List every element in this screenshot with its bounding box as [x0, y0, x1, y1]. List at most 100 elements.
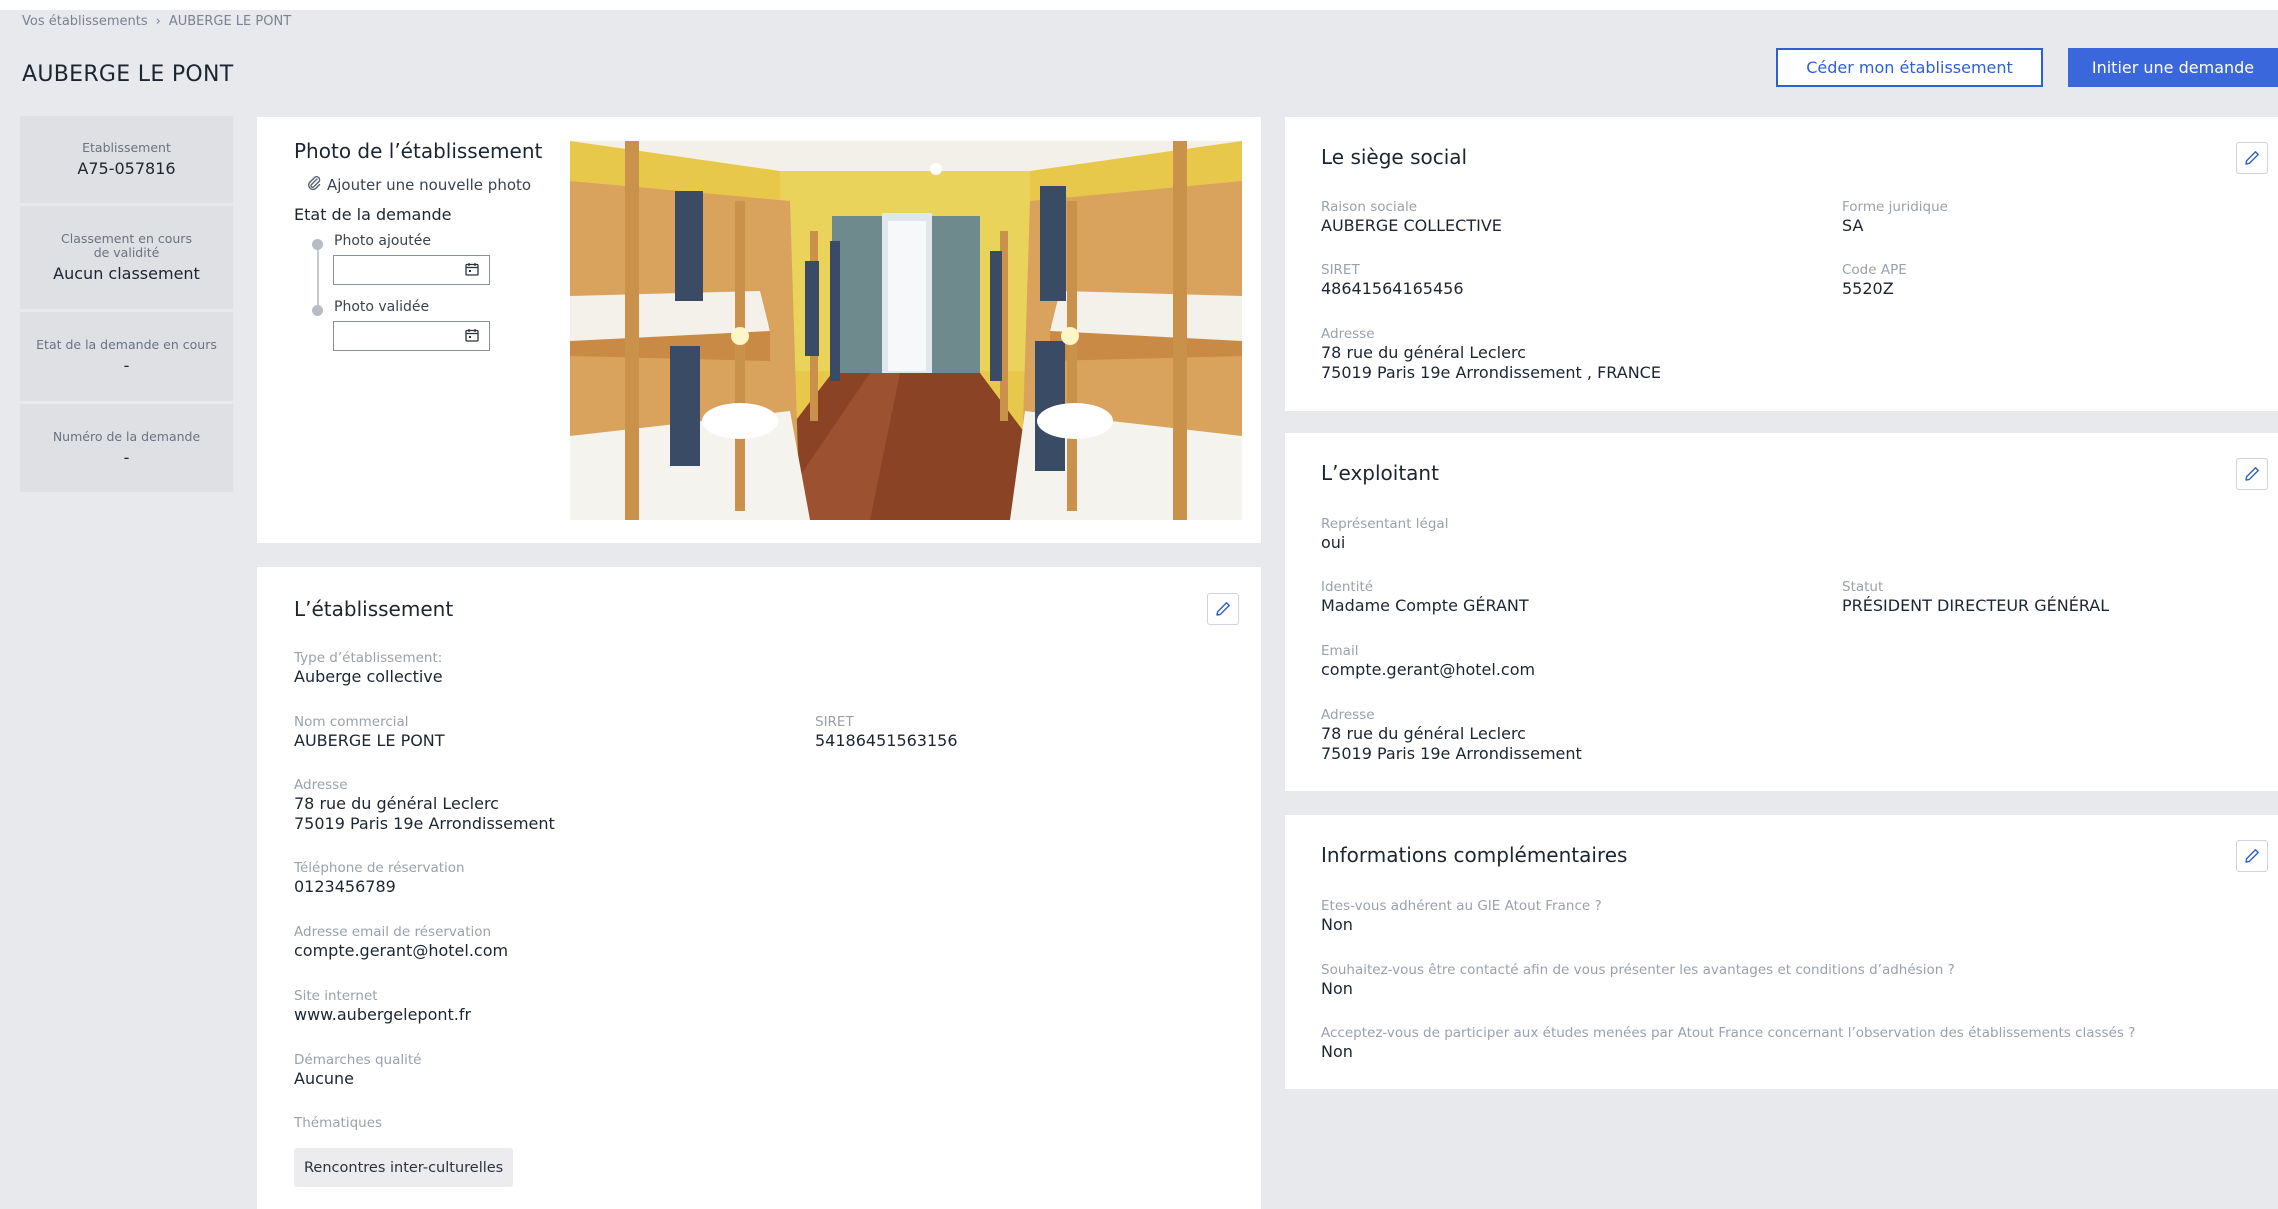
- tile-etablissement: Etablissement A75-057816: [20, 116, 233, 206]
- field-adresse: Adresse 78 rue du général Leclerc 75019 …: [1321, 706, 1582, 764]
- site-value: www.aubergelepont.fr: [294, 1005, 472, 1024]
- question-2-label: Souhaitez-vous être contacté afin de vou…: [1321, 962, 1955, 978]
- field-identite: Identité Madame Compte GÉRANT: [1321, 578, 1529, 616]
- photo-validated-date-input[interactable]: [333, 321, 490, 351]
- tile-label: Numéro de la demande: [52, 428, 201, 444]
- summary-sidebar: Etablissement A75-057816 Classement en c…: [20, 116, 233, 495]
- request-state-title: Etat de la demande: [294, 205, 452, 224]
- pencil-icon: [2245, 849, 2259, 863]
- demarches-value: Aucune: [294, 1069, 355, 1088]
- nom-value: AUBERGE LE PONT: [294, 731, 445, 750]
- tel-label: Téléphone de réservation: [294, 860, 465, 876]
- siret-value: 48641564165456: [1321, 279, 1464, 298]
- tile-value: -: [123, 447, 130, 467]
- tile-classement: Classement en cours de validité Aucun cl…: [20, 206, 233, 312]
- tile-label: Etat de la demande en cours: [36, 337, 217, 352]
- edit-infos-button[interactable]: [2236, 840, 2268, 872]
- nom-label: Nom commercial: [294, 714, 409, 730]
- raison-value: AUBERGE COLLECTIVE: [1321, 216, 1502, 235]
- etablissement-card: L’établissement Type d’établissement: Au…: [257, 567, 1261, 1209]
- infos-card-title: Informations complémentaires: [1321, 843, 1628, 867]
- demarches-label: Démarches qualité: [294, 1052, 422, 1068]
- adresse-line1: 78 rue du général Leclerc: [1321, 343, 1526, 362]
- add-photo-label: Ajouter une nouvelle photo: [327, 176, 532, 194]
- siret-label: SIRET: [1321, 262, 1360, 278]
- initiate-request-button[interactable]: Initier une demande: [2068, 48, 2278, 87]
- tile-numero-demande: Numéro de la demande -: [20, 404, 233, 495]
- email-label: Adresse email de réservation: [294, 924, 492, 940]
- statut-value: PRÉSIDENT DIRECTEUR GÉNÉRAL: [1842, 596, 2110, 615]
- ape-value: 5520Z: [1842, 279, 1894, 298]
- timeline-dot: [312, 239, 323, 250]
- question-1-label: Etes-vous adhérent au GIE Atout France ?: [1321, 898, 1602, 914]
- adresse-label: Adresse: [1321, 326, 1375, 342]
- question-1-answer: Non: [1321, 915, 1353, 934]
- timeline-line: [317, 244, 319, 308]
- pencil-icon: [2245, 467, 2259, 481]
- etablissement-card-title: L’établissement: [294, 597, 454, 621]
- field-question-3: Acceptez-vous de participer aux études m…: [1321, 1024, 2135, 1062]
- calendar-icon: [465, 261, 479, 280]
- edit-etablissement-button[interactable]: [1207, 593, 1239, 625]
- tile-etat-demande: Etat de la demande en cours -: [20, 312, 233, 404]
- breadcrumb: Vos établissements › AUBERGE LE PONT: [22, 14, 291, 29]
- field-siret: SIRET 54186451563156: [815, 713, 958, 751]
- step-label-added: Photo ajoutée: [334, 233, 432, 249]
- calendar-icon: [465, 327, 479, 346]
- infos-card: Informations complémentaires Etes-vous a…: [1285, 815, 2278, 1089]
- tile-value: Aucun classement: [53, 264, 200, 283]
- tile-label: Etablissement: [82, 140, 171, 155]
- tile-label: Classement en cours de validité: [61, 231, 192, 260]
- ape-label: Code APE: [1842, 262, 1907, 278]
- photo-added-date-input[interactable]: [333, 255, 490, 285]
- siret-value: 54186451563156: [815, 731, 958, 750]
- cede-establishment-button[interactable]: Céder mon établissement: [1776, 48, 2043, 87]
- site-label: Site internet: [294, 988, 378, 1004]
- thematiques-label: Thématiques: [294, 1115, 383, 1131]
- paperclip-icon: [307, 175, 321, 195]
- adresse-label: Adresse: [1321, 707, 1375, 723]
- question-3-label: Acceptez-vous de participer aux études m…: [1321, 1025, 2136, 1041]
- pencil-icon: [2245, 151, 2259, 165]
- identite-label: Identité: [1321, 579, 1374, 595]
- forme-value: SA: [1842, 216, 1864, 235]
- pencil-icon: [1216, 602, 1230, 616]
- field-representant: Représentant légal oui: [1321, 515, 1448, 553]
- edit-exploitant-button[interactable]: [2236, 458, 2268, 490]
- tel-value: 0123456789: [294, 877, 396, 896]
- field-question-1: Etes-vous adhérent au GIE Atout France ?…: [1321, 897, 1602, 935]
- adresse-line2: 75019 Paris 19e Arrondissement: [1321, 744, 1582, 763]
- edit-siege-button[interactable]: [2236, 142, 2268, 174]
- type-label: Type d’établissement:: [294, 650, 443, 666]
- email-label: Email: [1321, 643, 1359, 659]
- statut-label: Statut: [1842, 579, 1884, 595]
- siret-label: SIRET: [815, 714, 854, 730]
- rep-label: Représentant légal: [1321, 516, 1449, 532]
- photo-card: Photo de l’établissement Ajouter une nou…: [257, 117, 1261, 543]
- page-title: AUBERGE LE PONT: [22, 62, 234, 87]
- establishment-photo: [570, 141, 1242, 520]
- field-telephone: Téléphone de réservation 0123456789: [294, 859, 465, 897]
- field-code-ape: Code APE 5520Z: [1842, 261, 1907, 299]
- field-demarches: Démarches qualité Aucune: [294, 1051, 422, 1089]
- field-thematiques: Thématiques: [294, 1114, 382, 1132]
- field-type: Type d’établissement: Auberge collective: [294, 649, 443, 687]
- field-question-2: Souhaitez-vous être contacté afin de vou…: [1321, 961, 1955, 999]
- field-site: Site internet www.aubergelepont.fr: [294, 987, 471, 1025]
- add-photo-link[interactable]: Ajouter une nouvelle photo: [307, 175, 531, 195]
- adresse-label: Adresse: [294, 777, 348, 793]
- exploitant-card-title: L’exploitant: [1321, 461, 1439, 485]
- rep-value: oui: [1321, 533, 1346, 552]
- adresse-line1: 78 rue du général Leclerc: [1321, 724, 1526, 743]
- email-value: compte.gerant@hotel.com: [294, 941, 509, 960]
- tile-value: -: [123, 356, 130, 375]
- breadcrumb-current: AUBERGE LE PONT: [168, 14, 292, 29]
- field-adresse: Adresse 78 rue du général Leclerc 75019 …: [1321, 325, 1661, 383]
- adresse-line1: 78 rue du général Leclerc: [294, 794, 499, 813]
- question-2-answer: Non: [1321, 979, 1353, 998]
- identite-value: Madame Compte GÉRANT: [1321, 596, 1529, 615]
- breadcrumb-root[interactable]: Vos établissements: [22, 14, 148, 29]
- exploitant-card: L’exploitant Représentant légal oui Iden…: [1285, 433, 2278, 791]
- forme-label: Forme juridique: [1842, 199, 1948, 215]
- raison-label: Raison sociale: [1321, 199, 1418, 215]
